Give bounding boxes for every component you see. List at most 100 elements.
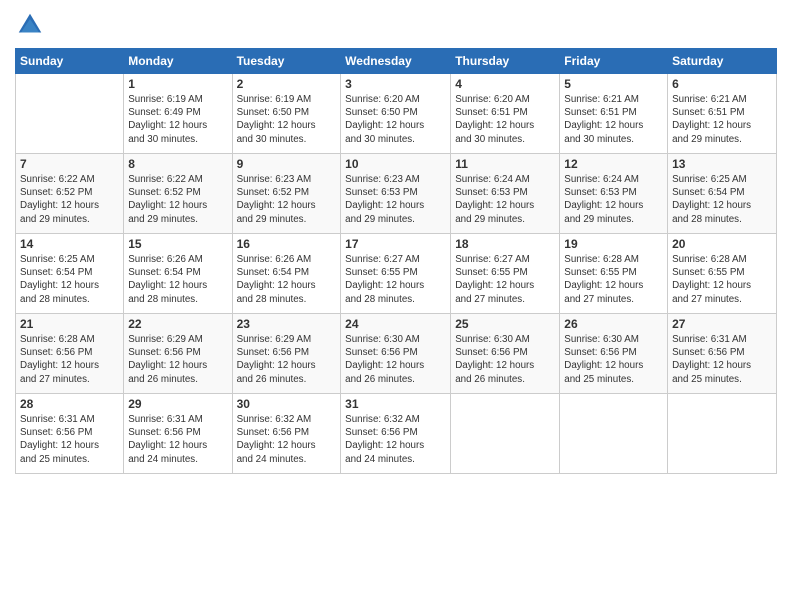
week-row-4: 28 Sunrise: 6:31 AM Sunset: 6:56 PM Dayli… [16, 394, 777, 474]
calendar-cell: 5 Sunrise: 6:21 AM Sunset: 6:51 PM Daylig… [560, 74, 668, 154]
calendar-cell: 18 Sunrise: 6:27 AM Sunset: 6:55 PM Dayli… [451, 234, 560, 314]
calendar-header-row: SundayMondayTuesdayWednesdayThursdayFrid… [16, 49, 777, 74]
day-number: 9 [237, 157, 337, 171]
calendar-cell: 22 Sunrise: 6:29 AM Sunset: 6:56 PM Dayli… [124, 314, 232, 394]
day-info: Sunrise: 6:25 AM Sunset: 6:54 PM Dayligh… [672, 173, 772, 226]
week-row-3: 21 Sunrise: 6:28 AM Sunset: 6:56 PM Dayli… [16, 314, 777, 394]
day-number: 5 [564, 77, 663, 91]
day-info: Sunrise: 6:30 AM Sunset: 6:56 PM Dayligh… [345, 333, 446, 386]
day-number: 28 [20, 397, 119, 411]
calendar-cell: 13 Sunrise: 6:25 AM Sunset: 6:54 PM Dayli… [668, 154, 777, 234]
day-info: Sunrise: 6:32 AM Sunset: 6:56 PM Dayligh… [237, 413, 337, 466]
day-number: 4 [455, 77, 555, 91]
day-info: Sunrise: 6:26 AM Sunset: 6:54 PM Dayligh… [237, 253, 337, 306]
calendar-cell: 9Sunrise: 6:23 AM Sunset: 6:52 PM Daylig… [232, 154, 341, 234]
day-number: 20 [672, 237, 772, 251]
day-number: 16 [237, 237, 337, 251]
logo-icon [15, 10, 45, 40]
calendar-cell: 26Sunrise: 6:30 AM Sunset: 6:56 PM Dayli… [560, 314, 668, 394]
calendar-cell: 7 Sunrise: 6:22 AM Sunset: 6:52 PM Daylig… [16, 154, 124, 234]
day-number: 19 [564, 237, 663, 251]
day-number: 11 [455, 157, 555, 171]
calendar-cell: 8 Sunrise: 6:22 AM Sunset: 6:52 PM Daylig… [124, 154, 232, 234]
day-info: Sunrise: 6:26 AM Sunset: 6:54 PM Dayligh… [128, 253, 227, 306]
day-number: 30 [237, 397, 337, 411]
day-number: 27 [672, 317, 772, 331]
calendar-cell: 31Sunrise: 6:32 AM Sunset: 6:56 PM Dayli… [341, 394, 451, 474]
header-sunday: Sunday [16, 49, 124, 74]
calendar-table: SundayMondayTuesdayWednesdayThursdayFrid… [15, 48, 777, 474]
day-info: Sunrise: 6:24 AM Sunset: 6:53 PM Dayligh… [455, 173, 555, 226]
calendar-cell: 14Sunrise: 6:25 AM Sunset: 6:54 PM Dayli… [16, 234, 124, 314]
page: SundayMondayTuesdayWednesdayThursdayFrid… [0, 0, 792, 612]
day-number: 7 [20, 157, 119, 171]
header-thursday: Thursday [451, 49, 560, 74]
week-row-0: 1 Sunrise: 6:19 AM Sunset: 6:49 PM Daylig… [16, 74, 777, 154]
calendar-cell: 29 Sunrise: 6:31 AM Sunset: 6:56 PM Dayli… [124, 394, 232, 474]
day-info: Sunrise: 6:27 AM Sunset: 6:55 PM Dayligh… [455, 253, 555, 306]
day-info: Sunrise: 6:29 AM Sunset: 6:56 PM Dayligh… [237, 333, 337, 386]
day-info: Sunrise: 6:31 AM Sunset: 6:56 PM Dayligh… [128, 413, 227, 466]
day-info: Sunrise: 6:22 AM Sunset: 6:52 PM Dayligh… [20, 173, 119, 226]
day-info: Sunrise: 6:27 AM Sunset: 6:55 PM Dayligh… [345, 253, 446, 306]
calendar-cell: 28Sunrise: 6:31 AM Sunset: 6:56 PM Dayli… [16, 394, 124, 474]
logo [15, 10, 49, 40]
day-info: Sunrise: 6:28 AM Sunset: 6:55 PM Dayligh… [672, 253, 772, 306]
day-number: 24 [345, 317, 446, 331]
week-row-2: 14Sunrise: 6:25 AM Sunset: 6:54 PM Dayli… [16, 234, 777, 314]
day-number: 21 [20, 317, 119, 331]
day-number: 10 [345, 157, 446, 171]
day-info: Sunrise: 6:28 AM Sunset: 6:56 PM Dayligh… [20, 333, 119, 386]
day-info: Sunrise: 6:30 AM Sunset: 6:56 PM Dayligh… [455, 333, 555, 386]
calendar-cell [16, 74, 124, 154]
day-number: 22 [128, 317, 227, 331]
calendar-cell: 19 Sunrise: 6:28 AM Sunset: 6:55 PM Dayli… [560, 234, 668, 314]
day-info: Sunrise: 6:20 AM Sunset: 6:51 PM Dayligh… [455, 93, 555, 146]
calendar-cell: 30 Sunrise: 6:32 AM Sunset: 6:56 PM Dayli… [232, 394, 341, 474]
calendar-cell [668, 394, 777, 474]
day-number: 13 [672, 157, 772, 171]
day-number: 15 [128, 237, 227, 251]
calendar-cell: 1 Sunrise: 6:19 AM Sunset: 6:49 PM Daylig… [124, 74, 232, 154]
day-number: 29 [128, 397, 227, 411]
day-number: 6 [672, 77, 772, 91]
calendar-cell: 21 Sunrise: 6:28 AM Sunset: 6:56 PM Dayli… [16, 314, 124, 394]
calendar-cell: 17 Sunrise: 6:27 AM Sunset: 6:55 PM Dayli… [341, 234, 451, 314]
calendar-cell: 16 Sunrise: 6:26 AM Sunset: 6:54 PM Dayli… [232, 234, 341, 314]
day-number: 18 [455, 237, 555, 251]
day-info: Sunrise: 6:19 AM Sunset: 6:49 PM Dayligh… [128, 93, 227, 146]
day-number: 17 [345, 237, 446, 251]
day-info: Sunrise: 6:23 AM Sunset: 6:53 PM Dayligh… [345, 173, 446, 226]
day-info: Sunrise: 6:25 AM Sunset: 6:54 PM Dayligh… [20, 253, 119, 306]
calendar-cell: 15 Sunrise: 6:26 AM Sunset: 6:54 PM Dayli… [124, 234, 232, 314]
header-friday: Friday [560, 49, 668, 74]
day-info: Sunrise: 6:28 AM Sunset: 6:55 PM Dayligh… [564, 253, 663, 306]
day-info: Sunrise: 6:31 AM Sunset: 6:56 PM Dayligh… [672, 333, 772, 386]
calendar-cell: 6 Sunrise: 6:21 AM Sunset: 6:51 PM Daylig… [668, 74, 777, 154]
day-info: Sunrise: 6:22 AM Sunset: 6:52 PM Dayligh… [128, 173, 227, 226]
header-tuesday: Tuesday [232, 49, 341, 74]
header-monday: Monday [124, 49, 232, 74]
day-info: Sunrise: 6:20 AM Sunset: 6:50 PM Dayligh… [345, 93, 446, 146]
day-number: 8 [128, 157, 227, 171]
calendar-cell: 27 Sunrise: 6:31 AM Sunset: 6:56 PM Dayli… [668, 314, 777, 394]
calendar-cell: 11 Sunrise: 6:24 AM Sunset: 6:53 PM Dayli… [451, 154, 560, 234]
header [15, 10, 777, 40]
calendar-cell: 20 Sunrise: 6:28 AM Sunset: 6:55 PM Dayli… [668, 234, 777, 314]
day-number: 1 [128, 77, 227, 91]
calendar-cell: 10 Sunrise: 6:23 AM Sunset: 6:53 PM Dayli… [341, 154, 451, 234]
header-saturday: Saturday [668, 49, 777, 74]
day-info: Sunrise: 6:21 AM Sunset: 6:51 PM Dayligh… [672, 93, 772, 146]
day-number: 25 [455, 317, 555, 331]
calendar-cell: 25 Sunrise: 6:30 AM Sunset: 6:56 PM Dayli… [451, 314, 560, 394]
calendar-cell: 24 Sunrise: 6:30 AM Sunset: 6:56 PM Dayli… [341, 314, 451, 394]
header-wednesday: Wednesday [341, 49, 451, 74]
calendar-cell: 23Sunrise: 6:29 AM Sunset: 6:56 PM Dayli… [232, 314, 341, 394]
calendar-cell [451, 394, 560, 474]
day-number: 2 [237, 77, 337, 91]
day-info: Sunrise: 6:21 AM Sunset: 6:51 PM Dayligh… [564, 93, 663, 146]
day-number: 12 [564, 157, 663, 171]
calendar-cell: 2Sunrise: 6:19 AM Sunset: 6:50 PM Daylig… [232, 74, 341, 154]
day-info: Sunrise: 6:29 AM Sunset: 6:56 PM Dayligh… [128, 333, 227, 386]
week-row-1: 7 Sunrise: 6:22 AM Sunset: 6:52 PM Daylig… [16, 154, 777, 234]
